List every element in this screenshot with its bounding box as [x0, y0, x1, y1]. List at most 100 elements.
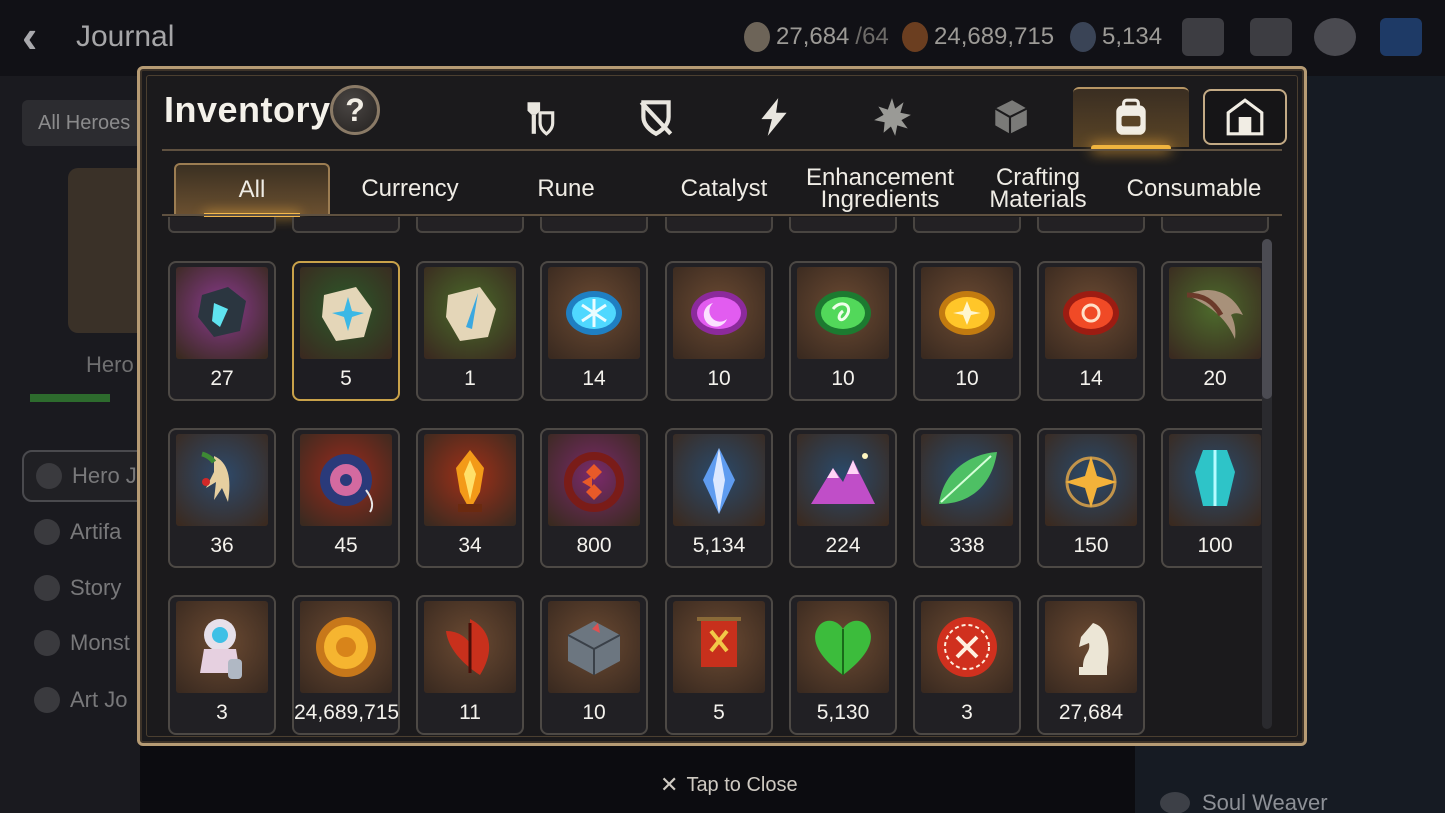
inventory-item-card[interactable]: 20	[1161, 261, 1269, 401]
inventory-item-card[interactable]: 11	[416, 595, 524, 735]
inventory-item-card[interactable]: 224	[789, 428, 897, 568]
tab-splash[interactable]	[834, 87, 950, 147]
inventory-item-card[interactable]: 5	[292, 261, 400, 401]
item-art	[548, 601, 640, 693]
inventory-item-card[interactable]: 24,689,715	[292, 595, 400, 735]
inventory-item-card[interactable]: 27,684	[1037, 595, 1145, 735]
back-arrow-icon[interactable]: ‹	[22, 13, 62, 59]
inventory-item-card[interactable]: 100	[1161, 428, 1269, 568]
item-count: 800	[576, 534, 612, 557]
inventory-item-card[interactable]: 3	[913, 595, 1021, 735]
inventory-item-card[interactable]: 14	[1037, 261, 1145, 401]
help-button[interactable]: ?	[330, 85, 380, 135]
inventory-item-card[interactable]: 14	[540, 261, 648, 401]
inventory-item-card[interactable]: 10	[913, 261, 1021, 401]
item-count: 5	[713, 701, 725, 724]
subtab-label: Consumable	[1126, 175, 1262, 202]
crystal-icon	[1070, 22, 1096, 52]
subtab-enhancement-ingredients[interactable]: Enhancement Ingredients	[802, 163, 958, 215]
subtab-label: Rune	[537, 175, 595, 202]
nav-item-artifact[interactable]: Artifa	[22, 506, 152, 558]
scrolled-item-card[interactable]	[665, 217, 773, 233]
tab-lightning[interactable]	[716, 87, 832, 147]
storage-icon[interactable]	[1182, 18, 1224, 56]
item-count: 5,130	[816, 701, 870, 724]
subtab-currency[interactable]: Currency	[332, 163, 488, 215]
item-count: 100	[1197, 534, 1233, 557]
crystal-shard-icon	[703, 448, 735, 514]
item-art	[424, 267, 516, 359]
item-count: 1	[464, 367, 476, 390]
soul-weaver-label: Soul Weaver	[1160, 790, 1328, 813]
subtab-label: Enhancement Ingredients	[805, 164, 955, 213]
menu-grid-icon[interactable]	[1380, 18, 1422, 56]
scrolled-item-card[interactable]	[292, 217, 400, 233]
mail-icon[interactable]	[1250, 18, 1292, 56]
scrolled-item-card[interactable]	[416, 217, 524, 233]
inventory-item-card[interactable]: 5,134	[665, 428, 773, 568]
nav-item-art-journal[interactable]: Art Jo	[22, 674, 152, 726]
page-title: Journal	[76, 20, 175, 53]
inventory-item-card[interactable]: 10	[665, 261, 773, 401]
scrolled-item-card[interactable]	[1037, 217, 1145, 233]
item-count: 36	[210, 534, 234, 557]
nav-item-monster[interactable]: Monst	[22, 617, 152, 669]
scrolled-item-card[interactable]	[1161, 217, 1269, 233]
inventory-item-card[interactable]: 5	[665, 595, 773, 735]
hero-filter-dropdown[interactable]: All Heroes	[22, 100, 147, 146]
item-art	[548, 434, 640, 526]
soul-weaver-text: Soul Weaver	[1202, 790, 1328, 813]
monster-icon	[34, 630, 60, 656]
inventory-item-card[interactable]: 10	[789, 261, 897, 401]
scroll-thumb[interactable]	[1262, 239, 1272, 399]
subtab-catalyst[interactable]: Catalyst	[646, 163, 802, 215]
subtab-label: Currency	[361, 175, 459, 202]
ginseng-icon	[201, 451, 230, 502]
inventory-item-card[interactable]: 34	[416, 428, 524, 568]
tap-to-close[interactable]: ✕ Tap to Close	[660, 772, 798, 798]
inventory-item-card[interactable]: 150	[1037, 428, 1145, 568]
tab-cube[interactable]	[952, 87, 1068, 147]
item-count: 10	[707, 367, 731, 390]
subtab-rune[interactable]: Rune	[488, 163, 644, 215]
sun-gem-icon	[939, 291, 995, 335]
item-art	[548, 267, 640, 359]
gold-coin-icon	[316, 617, 376, 677]
inventory-item-card[interactable]: 45	[292, 428, 400, 568]
subtab-crafting-materials[interactable]: Crafting Materials	[960, 163, 1116, 215]
inventory-item-card[interactable]: 5,130	[789, 595, 897, 735]
inventory-item-card[interactable]: 1	[416, 261, 524, 401]
skystone-icon	[744, 22, 770, 52]
inventory-item-card[interactable]: 338	[913, 428, 1021, 568]
inventory-item-card[interactable]: 10	[540, 595, 648, 735]
nav-item-hero-journal[interactable]: Hero J	[22, 450, 152, 502]
item-count: 11	[459, 701, 481, 724]
item-count: 27	[210, 367, 234, 390]
inventory-item-card[interactable]: 36	[168, 428, 276, 568]
subtab-label: All	[238, 176, 266, 203]
hero-label: Hero	[86, 352, 134, 377]
red-leaf-icon	[446, 619, 490, 675]
inventory-item-card[interactable]: 800	[540, 428, 648, 568]
scrolled-item-card[interactable]	[168, 217, 276, 233]
subtab-all[interactable]: All	[174, 163, 330, 217]
subtab-consumable[interactable]: Consumable	[1116, 163, 1272, 215]
scrolled-item-card[interactable]	[789, 217, 897, 233]
chat-icon[interactable]	[1314, 18, 1356, 56]
inventory-item-card[interactable]: 27	[168, 261, 276, 401]
crystal-resource: 5,134	[1070, 22, 1162, 52]
scrolled-item-card[interactable]	[540, 217, 648, 233]
scrolled-item-card[interactable]	[913, 217, 1021, 233]
item-art	[424, 434, 516, 526]
star-rune-stone-icon	[322, 287, 372, 341]
chess-knight-icon	[1079, 623, 1109, 675]
tab-equipment[interactable]	[480, 87, 596, 147]
tab-artifact[interactable]	[598, 87, 714, 147]
inventory-scrollbar[interactable]	[1262, 239, 1272, 729]
tab-backpack[interactable]	[1073, 87, 1189, 151]
banner-icon	[697, 617, 741, 667]
nav-item-story[interactable]: Story	[22, 562, 152, 614]
inventory-item-card[interactable]: 3	[168, 595, 276, 735]
subtab-divider	[162, 214, 1282, 216]
tab-storage[interactable]	[1203, 89, 1287, 145]
